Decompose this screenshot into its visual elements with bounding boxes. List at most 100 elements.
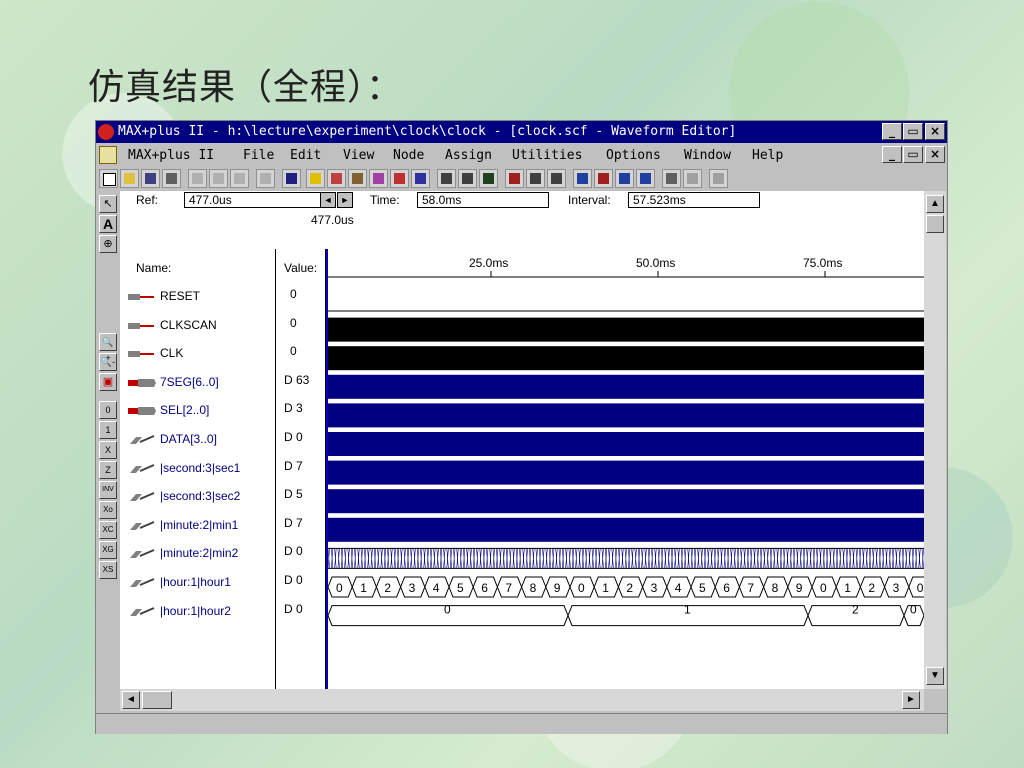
signal-value: D 5 bbox=[284, 487, 303, 502]
zoom-out-icon[interactable]: 🔍- bbox=[99, 353, 117, 371]
grid-icon[interactable] bbox=[662, 169, 681, 188]
menu-options[interactable]: Options bbox=[606, 148, 661, 163]
set-highz-icon[interactable]: Z bbox=[99, 461, 117, 479]
bus-segment-value: 1 bbox=[602, 581, 609, 595]
waveform-pane[interactable]: 25.0ms 50.0ms 75.0ms 0 1 2 3 4 5 6 7 8 9 0 1 2 3 4 5 6 7 8 9 0 1… bbox=[326, 249, 924, 689]
scroll-left-button[interactable]: ◄ bbox=[122, 691, 140, 709]
set-high-icon[interactable]: 1 bbox=[99, 421, 117, 439]
menu-edit[interactable]: Edit bbox=[290, 148, 321, 163]
bus-segment-value: 7 bbox=[505, 581, 512, 595]
open-scf-icon[interactable] bbox=[437, 169, 456, 188]
find-eq-icon[interactable] bbox=[615, 169, 634, 188]
compile-run-icon[interactable] bbox=[526, 169, 545, 188]
bus-wave bbox=[328, 460, 924, 485]
zoom-fit-icon[interactable] bbox=[709, 169, 728, 188]
ref-right-arrow[interactable]: ► bbox=[337, 192, 353, 208]
bus-wave bbox=[328, 432, 924, 456]
program-icon[interactable] bbox=[411, 169, 430, 188]
ref-label: Ref: bbox=[136, 193, 159, 207]
input-pin-icon bbox=[128, 348, 156, 358]
signal-value: D 7 bbox=[284, 458, 303, 473]
simulate-icon[interactable] bbox=[369, 169, 388, 188]
bus-wave bbox=[328, 374, 924, 399]
fit-window-icon[interactable]: ▣ bbox=[99, 373, 117, 391]
app-icon[interactable] bbox=[98, 124, 114, 140]
overwrite-count-icon[interactable]: Xo bbox=[99, 501, 117, 519]
ruler-tick-label: 50.0ms bbox=[636, 256, 675, 270]
timing-icon[interactable] bbox=[390, 169, 409, 188]
text-tool-icon[interactable]: A bbox=[99, 215, 117, 233]
bus-wave bbox=[328, 489, 924, 514]
signal-name: |second:3|sec2 bbox=[160, 489, 241, 504]
print-icon[interactable] bbox=[162, 169, 181, 188]
horizontal-scroll-thumb[interactable] bbox=[142, 691, 172, 709]
bus-segment-value: 0 bbox=[917, 581, 924, 595]
scroll-down-button[interactable]: ▼ bbox=[926, 667, 944, 685]
open-folder-icon[interactable] bbox=[120, 169, 139, 188]
ref-left-arrow[interactable]: ◄ bbox=[320, 192, 336, 208]
report-icon[interactable] bbox=[505, 169, 524, 188]
vertical-scroll-thumb[interactable] bbox=[926, 215, 944, 233]
signal-value: D 0 bbox=[284, 430, 303, 444]
buried-pin-icon bbox=[128, 548, 156, 559]
clock-wave bbox=[328, 317, 924, 342]
close-button[interactable]: × bbox=[925, 123, 945, 140]
assign-icon[interactable] bbox=[479, 169, 498, 188]
doc-minimize-button[interactable]: _ bbox=[882, 146, 902, 163]
set-unknown-icon[interactable]: X bbox=[99, 441, 117, 459]
set-low-icon[interactable]: 0 bbox=[99, 401, 117, 419]
cut-icon[interactable] bbox=[188, 169, 207, 188]
maximize-button[interactable]: ▭ bbox=[903, 123, 923, 140]
scroll-right-button[interactable]: ► bbox=[902, 691, 920, 709]
bus-segment-value: 8 bbox=[530, 581, 537, 595]
menu-window[interactable]: Window bbox=[684, 148, 731, 163]
document-icon[interactable] bbox=[99, 146, 117, 164]
scroll-up-button[interactable]: ▲ bbox=[926, 195, 944, 213]
menu-assign[interactable]: Assign bbox=[445, 148, 492, 163]
doc-close-button[interactable]: × bbox=[925, 146, 945, 163]
slide-title: 仿真结果（全程）： bbox=[88, 67, 404, 108]
menu-help[interactable]: Help bbox=[752, 148, 783, 163]
invert-icon[interactable]: INV bbox=[99, 481, 117, 499]
waveform-edit-icon[interactable]: ⊕ bbox=[99, 235, 117, 253]
buried-pin-icon bbox=[128, 606, 156, 616]
menu-utilities[interactable]: Utilities bbox=[512, 148, 582, 163]
menu-node[interactable]: Node bbox=[393, 148, 424, 163]
minimize-button[interactable]: _ bbox=[882, 123, 902, 140]
context-help-icon[interactable] bbox=[282, 169, 301, 188]
overwrite-group-icon[interactable]: XG bbox=[99, 541, 117, 559]
undo-icon[interactable] bbox=[256, 169, 275, 188]
sim-run-icon[interactable] bbox=[547, 169, 566, 188]
floorplan-icon[interactable] bbox=[327, 169, 346, 188]
doc-maximize-button[interactable]: ▭ bbox=[903, 146, 923, 163]
menu-view[interactable]: View bbox=[343, 148, 374, 163]
overwrite-state-icon[interactable]: XS bbox=[99, 561, 117, 579]
menu-file[interactable]: File bbox=[243, 148, 274, 163]
buried-pin-icon bbox=[128, 463, 156, 473]
input-pin-icon bbox=[128, 320, 156, 330]
copy-icon[interactable] bbox=[209, 169, 228, 188]
overwrite-clock-icon[interactable]: XC bbox=[99, 521, 117, 539]
grid-snap-icon[interactable] bbox=[683, 169, 702, 188]
bus-segment-value: 2 bbox=[384, 581, 391, 595]
new-file-icon[interactable] bbox=[99, 169, 118, 188]
paste-icon[interactable] bbox=[230, 169, 249, 188]
find-bus-icon[interactable] bbox=[594, 169, 613, 188]
menu-maxplus[interactable]: MAX+plus II bbox=[128, 148, 214, 163]
compile-icon[interactable] bbox=[348, 169, 367, 188]
bus-segment-value: 6 bbox=[723, 581, 730, 595]
zoom-in-icon[interactable]: 🔍+ bbox=[99, 333, 117, 363]
bus-segment-value: 8 bbox=[772, 581, 779, 595]
waveform-canvas[interactable]: 25.0ms 50.0ms 75.0ms0 1 2 3 4 5 6 7 8 9 0 1 2 3 4 5 6 7 8 9 0 1… bbox=[326, 249, 924, 689]
select-tool-icon[interactable]: ↖ bbox=[99, 195, 117, 213]
find-next-icon[interactable] bbox=[636, 169, 655, 188]
title-bar[interactable]: MAX+plus II - h:\lecture\experiment\cloc… bbox=[96, 121, 947, 143]
ref-field[interactable]: 477.0us bbox=[184, 192, 326, 208]
bus-segment-value: 3 bbox=[409, 581, 416, 595]
find-node-icon[interactable] bbox=[573, 169, 592, 188]
save-icon[interactable] bbox=[141, 169, 160, 188]
open-sym-icon[interactable] bbox=[458, 169, 477, 188]
hierarchy-icon[interactable] bbox=[306, 169, 325, 188]
vertical-scrollbar[interactable]: ▲ ▼ bbox=[924, 191, 946, 689]
horizontal-scrollbar[interactable]: ◄ ► bbox=[120, 689, 924, 711]
